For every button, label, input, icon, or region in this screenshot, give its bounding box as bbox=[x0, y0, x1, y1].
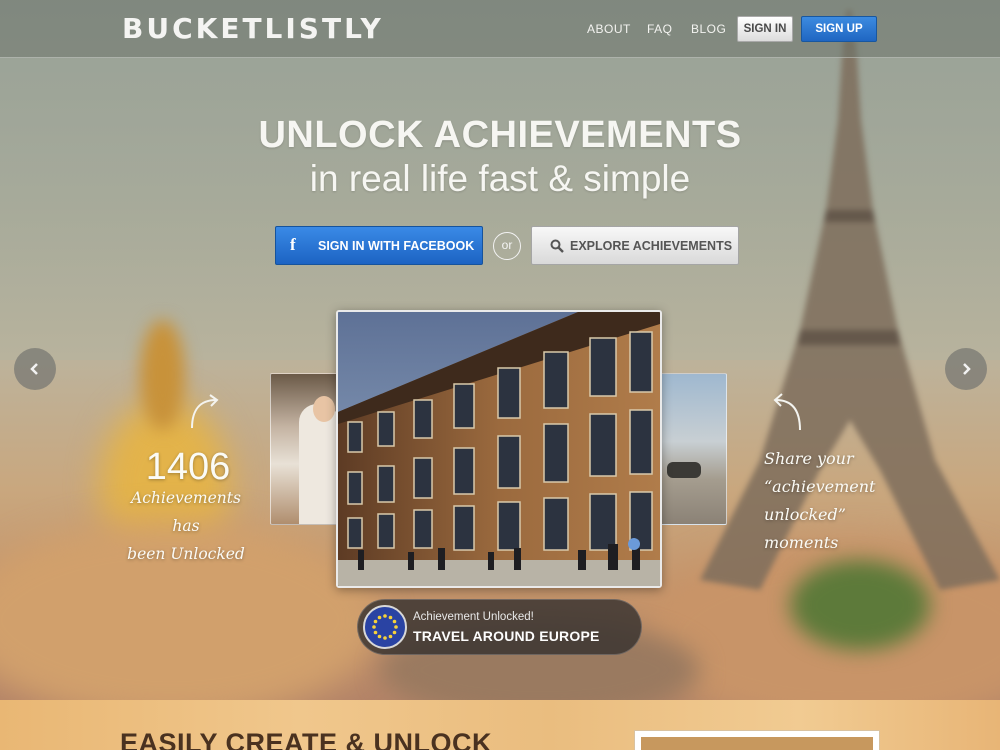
explore-button-label: EXPLORE ACHIEVEMENTS bbox=[570, 239, 733, 253]
eu-flag-icon bbox=[363, 605, 407, 649]
nav-blog[interactable]: BLOG bbox=[691, 22, 726, 36]
thumbnail-skydiver bbox=[667, 462, 701, 478]
badge-label: Achievement Unlocked! bbox=[413, 611, 534, 623]
achievement-unlocked-badge[interactable]: Achievement Unlocked! TRAVEL AROUND EURO… bbox=[357, 599, 642, 655]
carousel-thumbnail-right[interactable] bbox=[660, 373, 727, 525]
carousel-main-photo[interactable] bbox=[336, 310, 662, 588]
carousel-thumbnail-left[interactable] bbox=[270, 373, 340, 525]
or-separator: or bbox=[493, 232, 521, 260]
achievements-count: 1406 bbox=[145, 446, 231, 488]
carousel-prev-button[interactable] bbox=[14, 348, 56, 390]
nav-about[interactable]: ABOUT bbox=[587, 22, 631, 36]
share-caption-line1: Share your bbox=[764, 449, 854, 468]
achievements-caption: Achievements has been Unlocked bbox=[116, 484, 256, 568]
achievements-caption-line2: been Unlocked bbox=[127, 545, 245, 563]
hero-subtitle: in real life fast & simple bbox=[309, 158, 691, 199]
feature-preview-image bbox=[641, 737, 873, 750]
feature-section-title: EASILY CREATE & UNLOCK bbox=[120, 728, 493, 750]
thumbnail-person-head bbox=[313, 396, 335, 422]
search-icon bbox=[550, 239, 564, 253]
curved-arrow-right-decor bbox=[773, 393, 801, 431]
sign-in-facebook-button[interactable]: f SIGN IN WITH FACEBOOK bbox=[275, 226, 483, 265]
facebook-button-label: SIGN IN WITH FACEBOOK bbox=[318, 239, 475, 253]
sign-up-button[interactable]: SIGN UP bbox=[801, 16, 877, 42]
feature-preview-card bbox=[634, 730, 880, 750]
carousel-next-button[interactable] bbox=[945, 348, 987, 390]
chevron-right-icon bbox=[963, 363, 971, 375]
sign-in-button[interactable]: SIGN IN bbox=[737, 16, 793, 42]
badge-title: TRAVEL AROUND EUROPE bbox=[413, 628, 600, 644]
curved-arrow-left-decor bbox=[191, 394, 219, 429]
europe-building-photo bbox=[338, 312, 660, 586]
thumbnail-person bbox=[299, 404, 339, 524]
explore-achievements-button[interactable]: EXPLORE ACHIEVEMENTS bbox=[531, 226, 739, 265]
share-caption: Share your “achievement unlocked” moment… bbox=[764, 445, 944, 557]
share-caption-line2: “achievement unlocked” bbox=[764, 477, 876, 524]
achievements-caption-line1: Achievements has bbox=[131, 489, 241, 535]
feature-section: EASILY CREATE & UNLOCK bbox=[0, 700, 1000, 750]
site-logo[interactable]: BUCKETLISTLY bbox=[122, 12, 384, 45]
hero-title: UNLOCK ACHIEVEMENTS bbox=[258, 114, 742, 156]
site-header: BUCKETLISTLY ABOUT FAQ BLOG SIGN IN SIGN… bbox=[0, 0, 1000, 58]
chevron-left-icon bbox=[30, 363, 38, 375]
facebook-icon: f bbox=[290, 235, 296, 254]
share-caption-line3: moments bbox=[764, 533, 839, 552]
nav-faq[interactable]: FAQ bbox=[647, 22, 673, 36]
